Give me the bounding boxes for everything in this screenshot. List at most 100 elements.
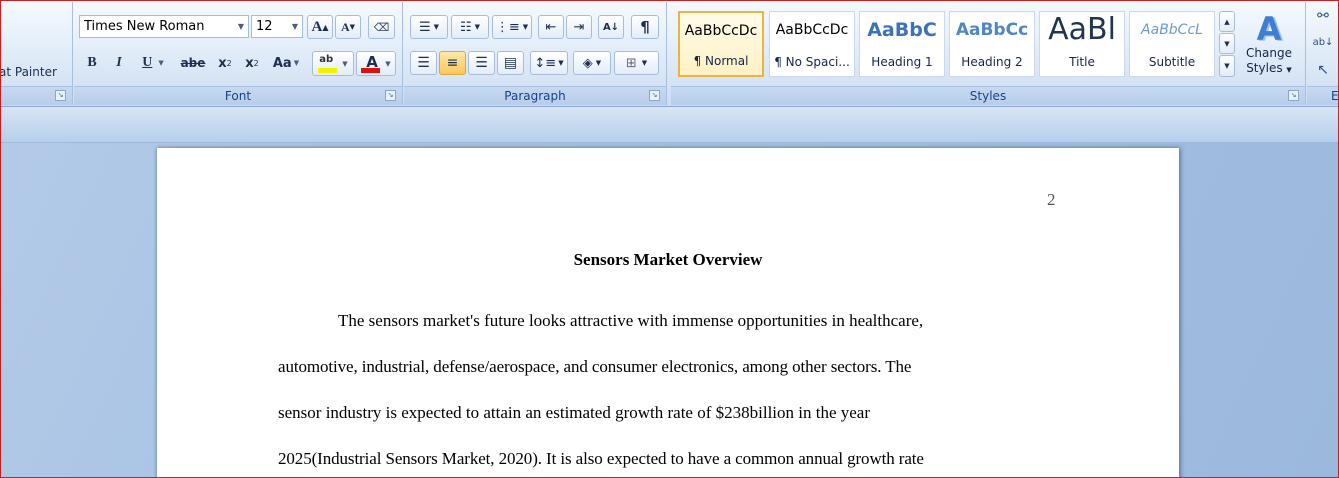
- chevron-down-icon: ▼: [237, 22, 245, 31]
- align-right-button[interactable]: ☰: [468, 51, 495, 75]
- style-name: ¶ Normal: [693, 54, 749, 68]
- more-icon: ▼: [1224, 62, 1230, 70]
- font-size-select[interactable]: 12 ▼: [251, 15, 303, 38]
- grow-font-button[interactable]: A ▲: [307, 15, 333, 39]
- paragraph-group: ☰ ▼ ☷ ▼ ⋮≡ ▼ ⇤ ⇥ A↓ ¶ ☰ ≡ ☰ ▤ ↕≡ ▼ ◈ ▼ ⊞…: [404, 2, 667, 105]
- find-button[interactable]: ⚯: [1311, 6, 1335, 26]
- style-sample: AaBl: [1048, 12, 1116, 47]
- style-subtitle[interactable]: AaBbCcL Subtitle: [1129, 11, 1215, 77]
- ribbon: at Painter ↘ Times New Roman ▼ 12 ▼ A ▲ A…: [0, 0, 1339, 107]
- change-case-button[interactable]: Aa ▼: [268, 51, 304, 75]
- align-left-icon: ☰: [417, 55, 430, 71]
- increase-indent-icon: ⇥: [573, 19, 585, 35]
- change-styles-label-2: Styles ▼: [1246, 61, 1292, 75]
- paint-bucket-icon: ◈: [582, 55, 593, 71]
- ruler-strip: [0, 107, 1339, 143]
- styles-group: AaBbCcDc ¶ Normal AaBbCcDc ¶ No Spaci...…: [671, 2, 1306, 105]
- style-sample: AaBbC: [867, 19, 937, 41]
- justify-button[interactable]: ▤: [497, 51, 524, 75]
- styles-group-footer: Styles: [671, 86, 1305, 105]
- clear-formatting-icon: ⌫: [373, 20, 390, 34]
- align-center-icon: ≡: [446, 55, 459, 71]
- style-name: Title: [1069, 55, 1095, 69]
- pilcrow-icon: ¶: [640, 18, 650, 36]
- decrease-indent-button[interactable]: ⇤: [538, 15, 564, 39]
- font-family-select[interactable]: Times New Roman ▼: [79, 15, 249, 38]
- style-title[interactable]: AaBl Title: [1039, 11, 1125, 77]
- superscript-icon: x: [245, 55, 254, 71]
- chevron-down-icon: ▼: [291, 22, 299, 31]
- cursor-arrow-icon: ↖: [1317, 62, 1329, 78]
- multilevel-list-button[interactable]: ⋮≡ ▼: [492, 15, 532, 39]
- style-sample: AaBbCcDc: [684, 23, 758, 39]
- replace-button[interactable]: ab↓: [1311, 32, 1335, 52]
- highlight-button[interactable]: ab ▼: [312, 51, 354, 76]
- shrink-font-icon: A: [340, 19, 350, 34]
- style-heading-1[interactable]: AaBbC Heading 1: [859, 11, 945, 77]
- clipboard-group: at Painter ↘: [0, 2, 73, 105]
- multilevel-list-icon: ⋮≡: [495, 19, 520, 35]
- clipboard-launcher-icon[interactable]: ↘: [55, 90, 66, 101]
- styles-launcher-icon[interactable]: ↘: [1288, 90, 1299, 101]
- strikethrough-button[interactable]: abe: [177, 51, 209, 75]
- borders-icon: ⊞: [625, 55, 637, 71]
- sort-button[interactable]: A↓: [598, 15, 624, 39]
- highlighter-icon: ab: [318, 54, 338, 74]
- sort-icon: A↓: [602, 21, 620, 33]
- style-name: Heading 2: [961, 55, 1023, 69]
- font-group: Times New Roman ▼ 12 ▼ A ▲ A ▼ ⌫ B I U ▼ a…: [74, 2, 403, 105]
- document-page[interactable]: 2 Sensors Market Overview The sensors ma…: [157, 148, 1179, 478]
- styles-scroll-up-button[interactable]: ▲: [1219, 11, 1235, 32]
- bullet-list-icon: ☰: [418, 19, 431, 35]
- numbering-button[interactable]: ☷ ▼: [451, 15, 489, 39]
- font-family-value: Times New Roman: [84, 19, 205, 34]
- style-no-spacing[interactable]: AaBbCcDc ¶ No Spaci...: [769, 11, 855, 77]
- chevron-up-icon: ▲: [1224, 17, 1230, 26]
- change-styles-icon: A: [1256, 10, 1282, 48]
- shading-button[interactable]: ◈ ▼: [573, 51, 611, 75]
- change-styles-button[interactable]: A Change Styles ▼: [1239, 5, 1299, 85]
- format-painter-button[interactable]: at Painter: [0, 60, 70, 84]
- line-spacing-button[interactable]: ↕≡ ▼: [530, 51, 568, 75]
- style-sample: AaBbCcL: [1141, 22, 1203, 38]
- font-size-value: 12: [256, 19, 273, 34]
- chevron-down-icon: ▼: [158, 59, 164, 67]
- shrink-font-button[interactable]: A ▼: [335, 15, 361, 39]
- justify-icon: ▤: [503, 55, 518, 71]
- bullets-button[interactable]: ☰ ▼: [410, 15, 448, 39]
- borders-button[interactable]: ⊞ ▼: [614, 51, 659, 75]
- strikethrough-icon: abe: [180, 56, 206, 70]
- align-left-button[interactable]: ☰: [410, 51, 437, 75]
- document-heading: Sensors Market Overview: [573, 250, 763, 269]
- increase-indent-button[interactable]: ⇥: [566, 15, 592, 39]
- subscript-button[interactable]: x2: [213, 51, 237, 75]
- italic-button[interactable]: I: [107, 51, 131, 75]
- paragraph-launcher-icon[interactable]: ↘: [649, 90, 660, 101]
- style-sample: AaBbCc: [955, 20, 1029, 40]
- font-color-button[interactable]: A ▼: [356, 51, 396, 76]
- clear-formatting-button[interactable]: ⌫: [368, 15, 395, 39]
- format-painter-label: at Painter: [0, 65, 57, 79]
- bold-button[interactable]: B: [80, 51, 104, 75]
- underline-button[interactable]: U ▼: [134, 51, 172, 75]
- chevron-down-icon: ▼: [385, 59, 391, 68]
- styles-scroll-down-button[interactable]: ▼: [1219, 33, 1235, 54]
- decrease-indent-icon: ⇤: [545, 19, 557, 35]
- page-number: 2: [1047, 190, 1056, 209]
- italic-icon: I: [116, 55, 122, 70]
- numbered-list-icon: ☷: [459, 19, 472, 35]
- style-name: Subtitle: [1148, 55, 1196, 69]
- paragraph-group-footer: Paragraph: [404, 86, 666, 105]
- superscript-button[interactable]: x2: [240, 51, 264, 75]
- align-center-button[interactable]: ≡: [439, 51, 466, 75]
- select-button[interactable]: ↖: [1311, 60, 1335, 80]
- align-right-icon: ☰: [475, 55, 488, 71]
- style-normal[interactable]: AaBbCcDc ¶ Normal: [678, 11, 764, 77]
- font-launcher-icon[interactable]: ↘: [385, 90, 396, 101]
- show-formatting-button[interactable]: ¶: [631, 15, 659, 39]
- styles-more-button[interactable]: ▼: [1219, 55, 1235, 77]
- style-heading-2[interactable]: AaBbCc Heading 2: [949, 11, 1035, 77]
- underline-icon: U: [142, 55, 153, 70]
- style-name: ¶ No Spaci...: [774, 55, 850, 69]
- style-name: Heading 1: [871, 55, 933, 69]
